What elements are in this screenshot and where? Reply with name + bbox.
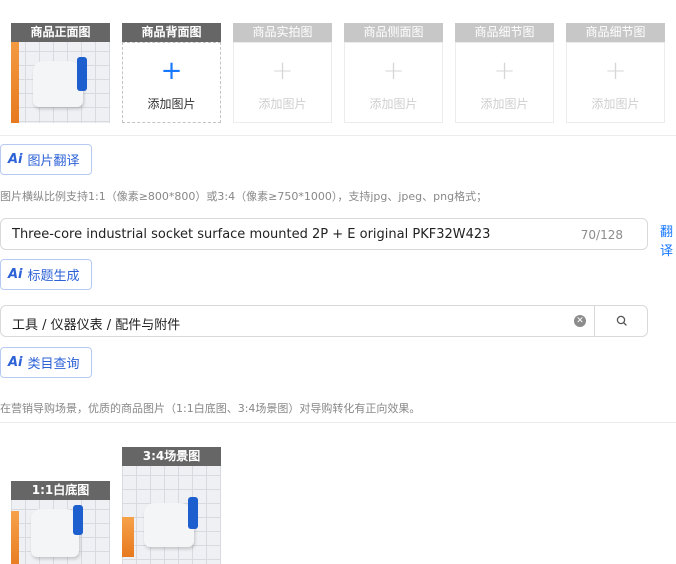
divider [0,135,676,136]
ai-icon: Ai [8,267,23,282]
add-image-label: 添加图片 [480,97,529,111]
image-slot-detail-2: 商品细节图 + 添加图片 [566,23,665,123]
image-translate-label: 图片翻译 [27,154,80,169]
plus-icon: + [604,56,627,86]
image-translate-button[interactable]: Ai 图片翻译 [0,144,92,175]
category-input[interactable]: 工具 / 仪器仪表 / 配件与附件 ✕ [0,305,596,337]
image-slot-back[interactable]: 商品背面图 + 添加图片 [122,23,221,123]
char-counter: 70/128 [580,228,623,242]
image-slot-real: 商品实拍图 + 添加图片 [233,23,332,123]
category-search-button[interactable] [594,305,648,337]
title-generate-button[interactable]: Ai 标题生成 [0,259,92,290]
plus-icon: + [493,56,516,86]
plus-icon: + [160,56,183,86]
image-slot-detail-1: 商品细节图 + 添加图片 [455,23,554,123]
image-slot-side: 商品侧面图 + 添加图片 [344,23,443,123]
category-value: 工具 / 仪器仪表 / 配件与附件 [12,318,181,333]
search-icon [616,315,627,326]
marketing-hint: 在营销导购场景，优质的商品图片（1:1白底图、3:4场景图）对导购转化有正向效果… [0,402,421,415]
white-bg-caption: 1:1白底图 [11,481,110,500]
title-value: Three-core industrial socket surface mou… [12,227,491,242]
title-generate-label: 标题生成 [27,269,80,284]
ai-icon: Ai [8,152,23,167]
clear-icon[interactable]: ✕ [574,315,586,327]
image-format-hint: 图片横纵比例支持1:1（像素≥800*800）或3:4（像素≥750*1000）… [0,190,488,203]
category-query-button[interactable]: Ai 类目查询 [0,347,92,378]
category-query-label: 类目查询 [27,357,80,372]
slot-caption: 商品细节图 [455,23,554,42]
slot-caption: 商品侧面图 [344,23,443,42]
scene-caption: 3:4场景图 [122,447,221,466]
slot-caption: 商品实拍图 [233,23,332,42]
ai-icon: Ai [8,355,23,370]
plus-icon: + [382,56,405,86]
slot-caption: 商品背面图 [122,23,221,42]
add-image-label: 添加图片 [258,97,307,111]
title-input[interactable]: Three-core industrial socket surface mou… [0,218,648,250]
add-image-label: 添加图片 [591,97,640,111]
slot-caption: 商品正面图 [11,23,110,42]
divider [0,422,676,423]
slot-caption: 商品细节图 [566,23,665,42]
plus-icon: + [271,56,294,86]
add-image-label: 添加图片 [147,97,196,111]
add-image-label: 添加图片 [369,97,418,111]
translate-link[interactable]: 翻译 [660,221,676,259]
image-slot-front[interactable]: 商品正面图 [11,23,110,123]
